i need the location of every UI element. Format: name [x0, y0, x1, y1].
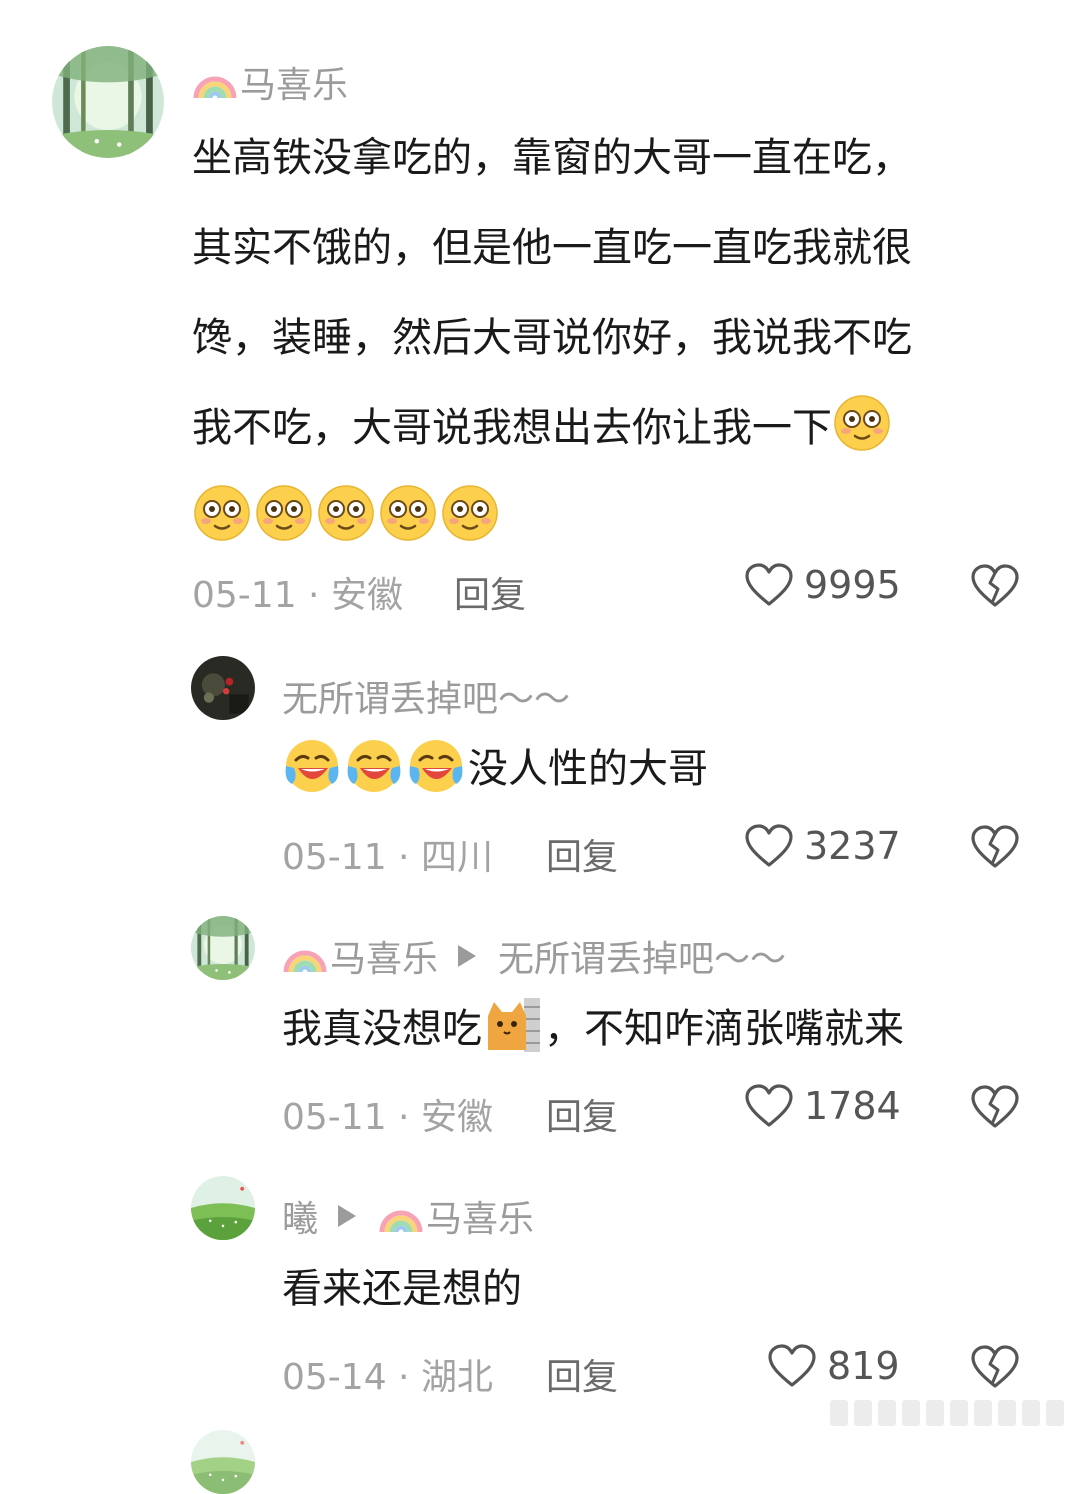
like-count: 1784 [804, 1084, 901, 1128]
flushed-face-emoji [378, 483, 438, 543]
dislike-button[interactable] [970, 563, 1020, 609]
reply-button[interactable]: 回复 [546, 1348, 618, 1400]
comment-date-location: 05-11 · 安徽 [282, 1097, 493, 1138]
rainbow-emoji [282, 934, 328, 978]
dislike-button[interactable] [970, 1084, 1020, 1130]
heart-outline-icon [744, 562, 794, 608]
broken-heart-icon [970, 1344, 1020, 1390]
avatar[interactable] [191, 656, 255, 720]
avatar[interactable] [191, 916, 255, 980]
like-button[interactable]: 9995 [744, 562, 901, 608]
rainbow-emoji [192, 60, 238, 104]
like-button[interactable]: 819 [767, 1343, 900, 1389]
broken-heart-icon [970, 1084, 1020, 1130]
like-count: 819 [827, 1344, 900, 1388]
comment-username[interactable]: 曦 马喜乐 [282, 1190, 534, 1242]
reply-button[interactable]: 回复 [454, 566, 526, 618]
comment-text: 我真没想吃 ，不知咋滴张嘴就来 [282, 984, 1042, 1074]
comment-username[interactable]: 马喜乐 [192, 56, 348, 108]
dislike-button[interactable] [970, 824, 1020, 870]
avatar[interactable] [191, 1176, 255, 1240]
reply-arrow-icon [338, 1205, 357, 1227]
heart-outline-icon [744, 823, 794, 869]
broken-heart-icon [970, 824, 1020, 870]
heart-outline-icon [744, 1083, 794, 1129]
comment-text: 没人性的大哥 [282, 724, 1042, 814]
reply-button[interactable]: 回复 [546, 828, 618, 880]
comment-text: 看来还是想的 [282, 1266, 522, 1312]
comment-username[interactable]: 无所谓丢掉吧～～ [282, 670, 570, 722]
rolling-laughing-emoji [282, 734, 342, 794]
flushed-face-emoji [192, 483, 252, 543]
avatar[interactable] [52, 46, 164, 158]
rainbow-emoji [378, 1194, 424, 1238]
comment-date-location: 05-11 · 四川 [282, 837, 493, 878]
cat-peeking-wall-emoji [482, 994, 542, 1054]
reply-to-username[interactable]: 无所谓丢掉吧～～ [498, 930, 786, 982]
reply-arrow-icon [458, 945, 477, 967]
comment-text: 坐高铁没拿吃的，靠窗的大哥一直在吃， 其实不饿的，但是他一直吃一直吃我就很 馋，… [192, 113, 1032, 563]
flushed-face-emoji [440, 483, 500, 543]
rolling-laughing-emoji [344, 734, 404, 794]
like-button[interactable]: 3237 [744, 823, 901, 869]
like-count: 9995 [804, 563, 901, 607]
like-button[interactable]: 1784 [744, 1083, 901, 1129]
flushed-face-emoji [832, 393, 892, 453]
reply-to-username[interactable]: 马喜乐 [426, 1190, 534, 1242]
flushed-face-emoji [316, 483, 376, 543]
rolling-laughing-emoji [406, 734, 466, 794]
comment-date-location: 05-14 · 湖北 [282, 1357, 493, 1398]
broken-heart-icon [970, 563, 1020, 609]
heart-outline-icon [767, 1343, 817, 1389]
watermark-stripes [830, 1400, 1064, 1426]
reply-button[interactable]: 回复 [546, 1088, 618, 1140]
comment-date-location: 05-11 · 安徽 [192, 575, 403, 616]
dislike-button[interactable] [970, 1344, 1020, 1390]
flushed-face-emoji [254, 483, 314, 543]
comment-username[interactable]: 马喜乐 无所谓丢掉吧～～ [282, 930, 786, 982]
like-count: 3237 [804, 824, 901, 868]
